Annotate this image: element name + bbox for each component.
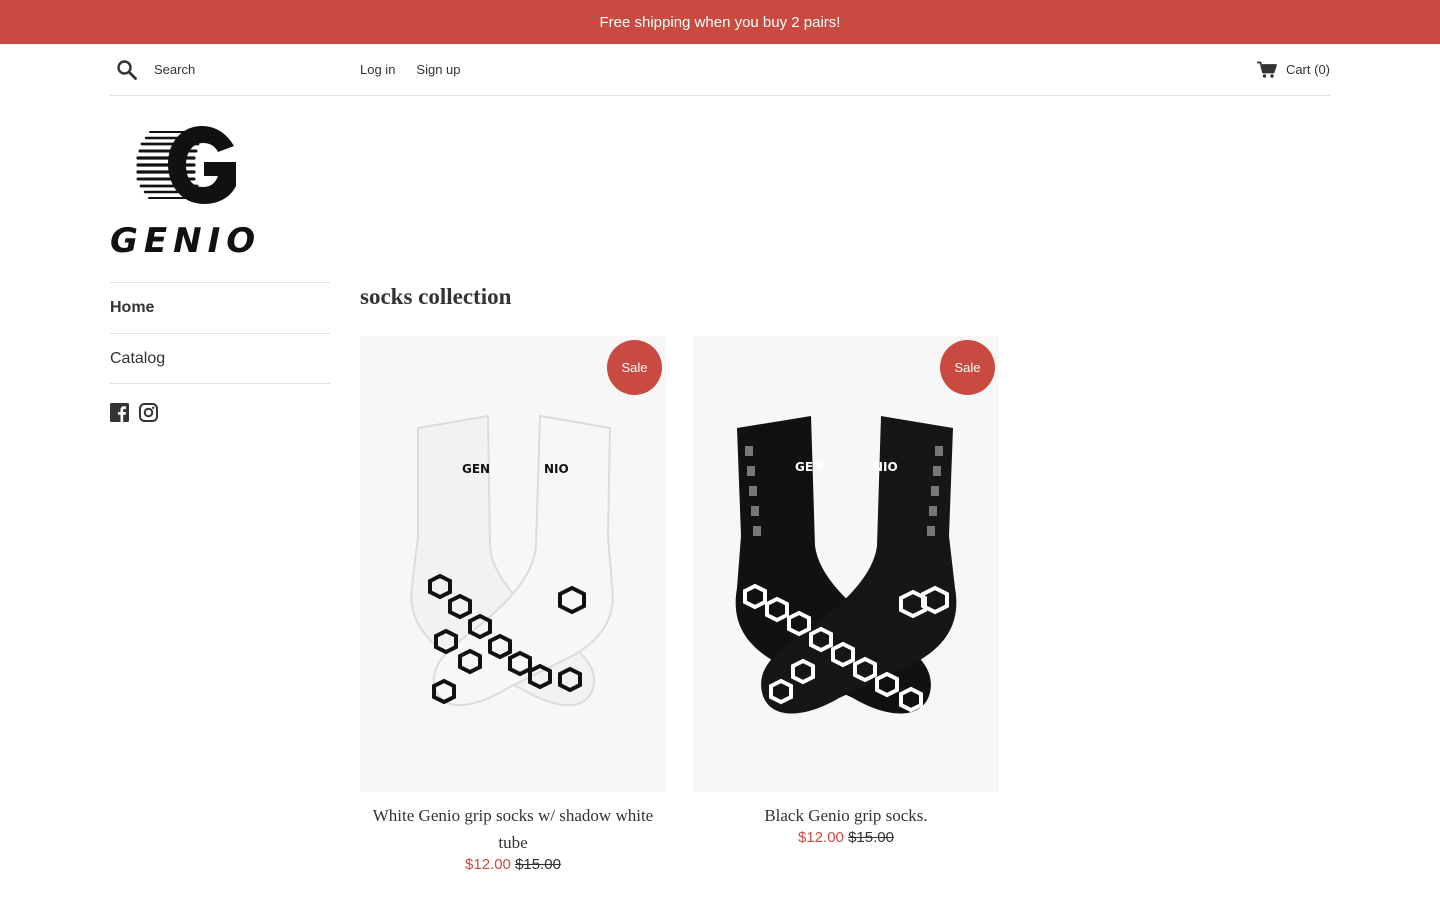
signup-link[interactable]: Sign up (416, 62, 460, 77)
product-prices: $12.00 $15.00 (693, 829, 999, 846)
svg-text:GEN: GEN (462, 462, 490, 476)
product-card[interactable]: GEN NIO Sale Black Genio grip socks. $12… (693, 336, 999, 846)
product-image[interactable]: GEN NIO Sale (693, 336, 999, 792)
collection-title: socks collection (360, 284, 512, 309)
instagram-icon[interactable] (139, 403, 158, 422)
sidebar-nav: Home Catalog (110, 282, 330, 422)
sale-price: $12.00 (798, 829, 844, 846)
sale-badge: Sale (940, 340, 995, 395)
search-icon[interactable] (116, 59, 138, 81)
svg-text:GEN: GEN (795, 460, 823, 474)
compare-price: $15.00 (515, 856, 561, 873)
facebook-icon[interactable] (110, 403, 129, 422)
sidebar-item-catalog[interactable]: Catalog (110, 333, 330, 384)
cart-label: Cart (0) (1285, 62, 1330, 77)
announcement-text: Free shipping when you buy 2 pairs! (599, 13, 841, 31)
sale-price: $12.00 (465, 856, 511, 873)
product-image[interactable]: GEN NIO Sale (360, 336, 666, 792)
sidebar-item-home[interactable]: Home (110, 282, 330, 333)
svg-text:NIO: NIO (873, 460, 898, 474)
search-form (110, 59, 360, 81)
product-title[interactable]: White Genio grip socks w/ shadow white t… (360, 802, 666, 856)
product-title[interactable]: Black Genio grip socks. (693, 802, 999, 829)
account-links: Log in Sign up (360, 62, 461, 77)
product-card[interactable]: GEN NIO Sale White Genio grip socks w/ s… (360, 336, 666, 873)
cart-link[interactable]: Cart (0) (1256, 61, 1330, 79)
search-input[interactable] (154, 62, 334, 77)
logo-wordmark: GENIO (110, 221, 261, 256)
announcement-bar: Free shipping when you buy 2 pairs! (0, 0, 1440, 44)
compare-price: $15.00 (848, 829, 894, 846)
product-prices: $12.00 $15.00 (360, 856, 666, 873)
cart-icon (1256, 61, 1277, 79)
login-link[interactable]: Log in (360, 62, 395, 77)
sidebar-item-label: Catalog (110, 349, 166, 367)
top-bar: Log in Sign up Cart (0) (110, 44, 1330, 96)
svg-text:NIO: NIO (544, 462, 569, 476)
social-links (110, 403, 330, 422)
sidebar-item-label: Home (110, 299, 155, 316)
sale-badge: Sale (607, 340, 662, 395)
brand-logo[interactable]: GENIO (110, 124, 262, 261)
